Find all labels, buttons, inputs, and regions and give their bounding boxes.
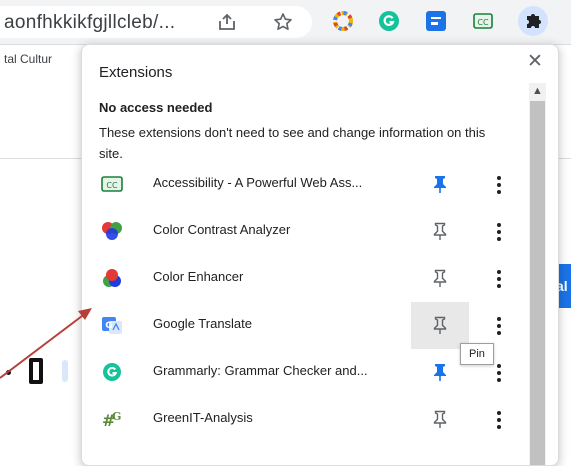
pin-tooltip: Pin [460,343,494,365]
extension-row-color-enhancer[interactable]: Color Enhancer [82,255,522,302]
pin-button[interactable] [411,396,469,443]
more-options-icon[interactable] [489,363,509,383]
page-dot [6,370,11,375]
browser-toolbar: aonfhkkikfgjllcleb/... CC [0,0,571,45]
extension-name: Accessibility - A Powerful Web Ass... [153,175,363,190]
pin-outline-icon [433,316,447,334]
extension-name: Grammarly: Grammar Checker and... [153,363,368,378]
scroll-up-arrow-icon[interactable]: ▲ [529,83,546,99]
pin-button[interactable] [411,255,469,302]
extension-name: Google Translate [153,316,253,331]
popup-title: Extensions [99,64,173,81]
more-options-icon[interactable] [489,175,509,195]
google-translate-icon: G [101,315,123,335]
scrollbar[interactable]: ▲ [529,83,546,465]
share-icon[interactable] [216,12,238,34]
pin-button[interactable] [411,208,469,255]
more-options-icon[interactable] [489,410,509,430]
scrollbar-thumb[interactable] [530,101,545,465]
more-options-icon[interactable] [489,269,509,289]
pin-outline-icon [433,410,447,428]
svg-text:CC: CC [477,18,489,27]
grammarly-icon [101,362,123,382]
extensions-puzzle-icon[interactable] [518,6,548,36]
more-options-icon[interactable] [489,222,509,242]
extension-name: GreenIT-Analysis [153,410,253,425]
pin-button[interactable] [411,302,469,349]
grammarly-toolbar-icon[interactable] [378,10,400,32]
color-contrast-icon [101,221,123,241]
close-icon[interactable]: ✕ [523,50,547,74]
svg-text:CC: CC [106,181,118,190]
page-pill [62,360,68,382]
extension-row-greenit[interactable]: # G GreenIT-Analysis [82,396,522,443]
bookmark-item[interactable]: tal Cultur [4,52,52,66]
pin-outline-icon [433,269,447,287]
accessibility-cc-icon: CC [101,174,123,194]
extension-row-grammarly[interactable]: Grammarly: Grammar Checker and... [82,349,522,396]
blue-square-extension-icon[interactable] [425,10,447,32]
page-bracket-icon [29,358,43,384]
section-description: These extensions don't need to see and c… [99,125,486,161]
bookmark-star-icon[interactable] [272,12,294,34]
pin-filled-icon [434,364,446,381]
svg-text:G: G [105,321,112,331]
pin-outline-icon [433,222,447,240]
svg-text:G: G [112,410,121,423]
pin-filled-icon [434,176,446,193]
extension-name: Color Contrast Analyzer [153,222,291,237]
color-ring-extension-icon[interactable] [332,10,354,32]
color-enhancer-icon [101,268,123,288]
address-bar[interactable]: aonfhkkikfgjllcleb/... [0,6,312,38]
more-options-icon[interactable] [489,316,509,336]
url-text[interactable]: aonfhkkikfgjllcleb/... [4,12,175,34]
pin-button[interactable] [411,161,469,208]
extension-name: Color Enhancer [153,269,244,284]
extension-row-google-translate[interactable]: G Google Translate [82,302,522,349]
section-heading: No access needed [99,100,213,115]
extensions-popup: Extensions ✕ No access needed These exte… [81,44,559,466]
extension-row-accessibility[interactable]: CC Accessibility - A Powerful Web Ass... [82,161,522,208]
greenit-icon: # G [101,409,123,430]
cc-extension-icon[interactable]: CC [472,10,494,32]
extension-row-color-contrast[interactable]: Color Contrast Analyzer [82,208,522,255]
